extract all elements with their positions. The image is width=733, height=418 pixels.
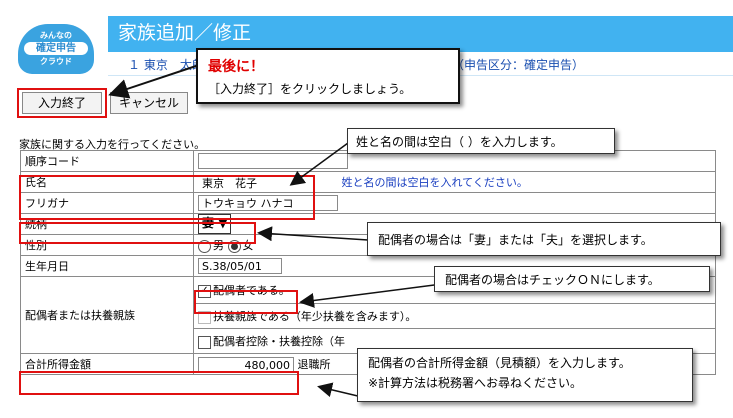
tooltip-spouse: 配偶者の場合はチェックＯＮにします。: [434, 266, 710, 292]
tooltip-finish-body: ［入力終了］をクリックしましょう。: [208, 82, 412, 96]
tooltip-finish-title: 最後に！: [208, 59, 264, 75]
tooltip-space-text: 姓と名の間は空白（ ）を入力します。: [356, 135, 563, 149]
tooltip-relation-text: 配偶者の場合は「妻」または「夫」を選択します。: [378, 233, 653, 247]
tooltip-income-line1: 配偶者の合計所得金額（見積額）を入力します。: [368, 356, 631, 370]
arrow-to-income: [317, 382, 363, 398]
arrow-to-relation: [257, 226, 369, 242]
arrow-to-spouse: [299, 283, 443, 308]
arrow-to-finish: [108, 61, 209, 99]
tooltip-income-line2: ※計算方法は税務署へお尋ねください。: [368, 376, 583, 390]
tooltip-income: 配偶者の合計所得金額（見積額）を入力します。 ※計算方法は税務署へお尋ねください…: [357, 348, 693, 402]
tooltip-finish: 最後に！ ［入力終了］をクリックしましょう。: [196, 48, 460, 104]
tooltip-spouse-text: 配偶者の場合はチェックＯＮにします。: [445, 273, 660, 287]
tooltip-space: 姓と名の間は空白（ ）を入力します。: [347, 128, 615, 154]
tooltip-relation: 配偶者の場合は「妻」または「夫」を選択します。: [367, 222, 721, 256]
arrow-to-name: [289, 142, 349, 186]
